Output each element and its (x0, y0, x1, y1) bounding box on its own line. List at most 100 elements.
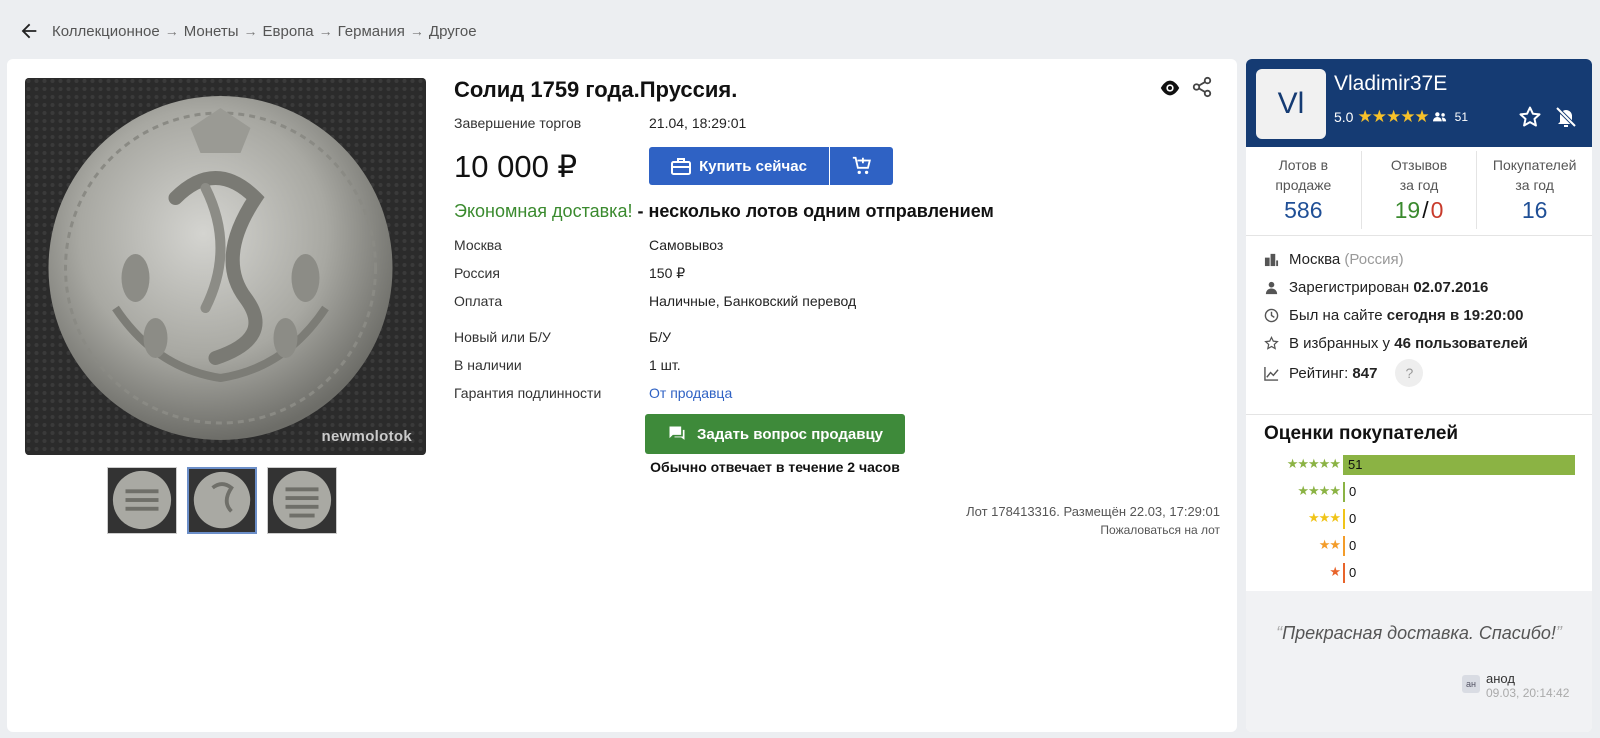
briefcase-icon (671, 158, 692, 175)
ask-seller-button[interactable]: Задать вопрос продавцу (645, 414, 905, 454)
detail-label-condition: Новый или Б/У (454, 329, 551, 345)
fav-label: В избранных у (1289, 335, 1391, 352)
thumbnail-3[interactable] (267, 467, 337, 534)
seller-header: Vl Vladimir37E 5.0 ★★★★★ 51 (1246, 59, 1592, 147)
authenticity-link[interactable]: От продавца (649, 385, 732, 401)
divider (1246, 235, 1592, 236)
breadcrumb-item-coins[interactable]: Монеты (184, 23, 239, 40)
detail-value-shipping: 150 ₽ (649, 265, 686, 281)
rating-row-stars: ★★★ (1308, 510, 1341, 525)
rating-row-count: 0 (1349, 484, 1357, 499)
rating-row: ★★★★★ 51 (1246, 455, 1592, 475)
detail-label-authenticity: Гарантия подлинности (454, 385, 602, 401)
reviewer-avatar: ан (1462, 675, 1480, 693)
detail-value-pickup: Самовывоз (649, 237, 724, 253)
cart-plus-icon (852, 156, 871, 175)
reviews-positive: 19 (1394, 197, 1421, 223)
breadcrumb-item-europe[interactable]: Европа (263, 23, 314, 40)
eye-icon[interactable] (1159, 79, 1181, 97)
rating-row-count: 0 (1349, 538, 1357, 553)
detail-value-payment: Наличные, Банковский перевод (649, 293, 857, 309)
review-body: Прекрасная доставка. Спасибо! (1282, 623, 1556, 643)
breadcrumb: Коллекционное → Монеты → Европа → Герман… (18, 19, 477, 43)
users-icon (1432, 112, 1446, 122)
ratings-title: Оценки покупателей (1264, 423, 1459, 444)
rating-row-count: 51 (1348, 457, 1363, 472)
rating-row-stars: ★★ (1318, 537, 1341, 552)
thumbnail-2[interactable] (187, 467, 257, 534)
buy-now-button[interactable]: Купить сейчас (649, 147, 829, 185)
breadcrumb-separator: → (318, 23, 333, 39)
main-photo[interactable]: newmolotok (25, 78, 426, 455)
seller-country: (Россия) (1344, 251, 1404, 268)
rating-row: ★ 0 (1246, 563, 1592, 583)
rating-row: ★★★★ 0 (1246, 482, 1592, 502)
rating-row-stars: ★ (1329, 564, 1341, 579)
seller-registered: Зарегистрирован 02.07.2016 (1264, 279, 1488, 296)
seller-rating-score: Рейтинг: 847 ? (1264, 359, 1424, 387)
chart-line-icon (1264, 366, 1279, 381)
breadcrumb-item-collectibles[interactable]: Коллекционное (52, 23, 160, 40)
review-text: “Прекрасная доставка. Спасибо!” (1246, 623, 1592, 644)
seller-city: Москва (1289, 251, 1341, 268)
stat-buyers[interactable]: Покупателей за год 16 (1477, 151, 1592, 229)
seen-value: сегодня в 19:20:00 (1386, 307, 1524, 324)
registered-label: Зарегистрирован (1289, 279, 1410, 296)
back-arrow-icon[interactable] (18, 20, 40, 42)
stat-reviews[interactable]: Отзывов за год 19/0 (1362, 151, 1478, 229)
review-card: “Прекрасная доставка. Спасибо!” ан анод … (1246, 591, 1592, 732)
rating-row-bar (1343, 563, 1345, 583)
economy-delivery: Экономная доставка! - несколько лотов од… (454, 201, 994, 222)
stat-reviews-value: 19/0 (1362, 197, 1477, 224)
divider (1246, 414, 1592, 415)
end-value: 21.04, 18:29:01 (649, 115, 747, 131)
breadcrumb-separator: → (164, 23, 179, 39)
rating-row: ★★ 0 (1246, 536, 1592, 556)
seller-name[interactable]: Vladimir37E (1334, 72, 1447, 96)
lot-info: Лот 178413316. Размещён 22.03, 17:29:01 (966, 504, 1220, 519)
ask-seller-label: Задать вопрос продавцу (696, 425, 884, 443)
detail-label-payment: Оплата (454, 293, 503, 309)
person-icon (1265, 281, 1278, 295)
report-lot-link[interactable]: Пожаловаться на лот (1100, 523, 1220, 537)
bell-off-icon[interactable] (1554, 105, 1578, 129)
stat-lots-title: Лотов в продаже (1275, 157, 1332, 193)
economy-delivery-text: - несколько лотов одним отправлением (632, 201, 994, 221)
rating-value: 847 (1352, 364, 1378, 382)
seen-label: Был на сайте (1289, 307, 1383, 324)
reviews-negative: 0 (1430, 197, 1444, 223)
seller-location: Москва (Россия) (1264, 251, 1404, 268)
star-outline-icon[interactable] (1518, 105, 1542, 129)
rating-help-button[interactable]: ? (1395, 359, 1424, 387)
detail-label-city: Москва (454, 237, 502, 253)
seller-avatar[interactable]: Vl (1256, 69, 1326, 139)
stat-lots[interactable]: Лотов в продаже 586 (1246, 151, 1362, 229)
stat-lots-value: 586 (1284, 197, 1323, 223)
chat-icon (669, 426, 685, 440)
seller-users-count: 51 (1454, 110, 1469, 124)
breadcrumb-separator: → (243, 23, 258, 39)
stat-reviews-title: Отзывов за год (1390, 157, 1448, 193)
rating-row-bar (1343, 482, 1345, 502)
buy-now-label: Купить сейчас (699, 157, 807, 175)
detail-value-stock: 1 шт. (649, 357, 681, 373)
thumbnail-1[interactable] (107, 467, 177, 534)
rating-row: ★★★ 0 (1246, 509, 1592, 529)
watermark: newmolotok (321, 428, 412, 445)
stat-buyers-title: Покупателей за год (1492, 157, 1577, 193)
breadcrumb-item-other[interactable]: Другое (429, 23, 477, 40)
rating-row-bar (1343, 536, 1345, 556)
reviewer-name[interactable]: анод (1486, 671, 1515, 686)
seller-panel: Vl Vladimir37E 5.0 ★★★★★ 51 Лотов в прод… (1246, 59, 1592, 732)
reply-time-note: Обычно отвечает в течение 2 часов (650, 459, 900, 475)
end-label: Завершение торгов (454, 115, 582, 131)
review-date: 09.03, 20:14:42 (1486, 686, 1570, 700)
stat-buyers-value: 16 (1521, 197, 1548, 223)
share-icon[interactable] (1191, 76, 1213, 98)
lot-title: Солид 1759 года.Пруссия. (454, 77, 738, 102)
reviews-separator: / (1422, 197, 1429, 223)
breadcrumb-item-germany[interactable]: Германия (338, 23, 405, 40)
economy-delivery-highlight: Экономная доставка! (454, 201, 633, 221)
add-to-cart-button[interactable] (830, 147, 893, 185)
rating-row-count: 0 (1349, 565, 1357, 580)
